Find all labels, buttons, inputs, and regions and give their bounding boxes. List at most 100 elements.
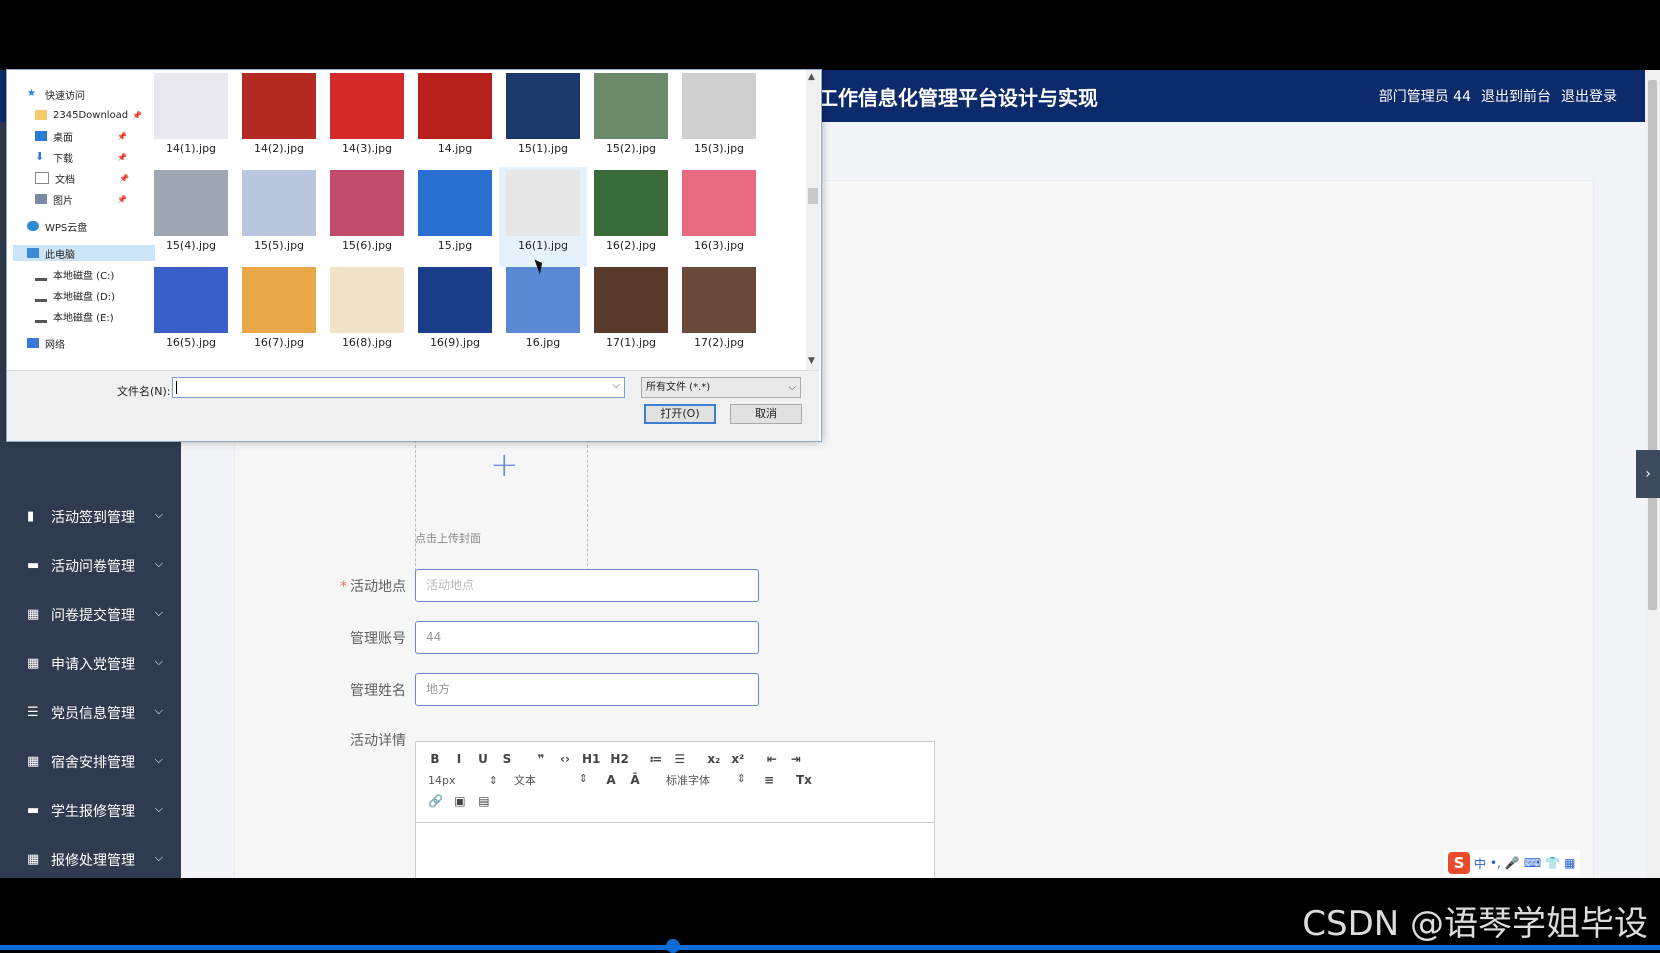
sidebar-item-label: 学生报修管理 — [51, 803, 135, 820]
underline-icon[interactable]: U — [476, 752, 490, 766]
text-type-select[interactable]: 文本 ⇕ — [514, 772, 588, 788]
filename-dropdown-icon[interactable]: ⌵ — [612, 380, 620, 391]
file-item[interactable]: 16(2).jpg — [587, 167, 675, 267]
cancel-button[interactable]: 取消 — [730, 404, 802, 424]
file-grid-scroll-thumb[interactable] — [808, 188, 818, 204]
nav-quick-access[interactable]: ★ 快速访问 — [27, 86, 85, 102]
nav-network[interactable]: 网络 — [27, 335, 65, 351]
toolbar-row-format: B I U S ❞ ‹› H1 H2 ≔ ☰ x₂ x² ⇤ ⇥ — [428, 749, 813, 769]
sidebar-item-2[interactable]: ▦ 问卷提交管理 ⌵ — [0, 590, 181, 639]
file-item[interactable]: 16(5).jpg — [147, 264, 235, 364]
file-item[interactable]: 17(1).jpg — [587, 264, 675, 364]
nav-item-2345download[interactable]: 2345Download 📌 — [35, 107, 142, 123]
align-icon[interactable]: ≡ — [762, 773, 776, 787]
nav-item-pictures[interactable]: 图片 📌 — [35, 191, 127, 207]
progress-handle[interactable] — [666, 939, 680, 953]
file-item[interactable]: 15(4).jpg — [147, 167, 235, 267]
file-item[interactable]: 14.jpg — [411, 70, 499, 170]
subscript-icon[interactable]: x₂ — [707, 752, 721, 766]
ime-skin-icon[interactable]: 👕 — [1545, 856, 1560, 870]
bullet-list-icon[interactable]: ☰ — [673, 752, 687, 766]
editor-toolbar: B I U S ❞ ‹› H1 H2 ≔ ☰ x₂ x² ⇤ ⇥ 14px ⇕ 文本 ⇕ A Ā 标准字体 ⇕ … — [416, 742, 934, 823]
ime-keyboard-icon[interactable]: ⌨ — [1524, 856, 1541, 870]
file-item[interactable]: 16(1).jpg — [499, 167, 587, 267]
logout-link[interactable]: 退出登录 — [1561, 86, 1617, 106]
quote-icon[interactable]: ❞ — [534, 752, 548, 766]
side-toggle-button[interactable]: › — [1636, 450, 1660, 498]
nav-item-documents[interactable]: 文档 📌 — [35, 170, 129, 186]
font-family-select[interactable]: 标准字体 ⇕ — [666, 772, 746, 788]
ime-punct[interactable]: •, — [1490, 856, 1501, 870]
account-input[interactable]: 44 — [415, 621, 759, 654]
nav-this-pc[interactable]: 此电脑 — [13, 245, 155, 261]
file-item[interactable]: 16(7).jpg — [235, 264, 323, 364]
video-icon[interactable]: ▤ — [477, 794, 491, 808]
file-item[interactable]: 15(2).jpg — [587, 70, 675, 170]
file-item[interactable]: 15(5).jpg — [235, 167, 323, 267]
file-item[interactable]: 15.jpg — [411, 167, 499, 267]
ime-menu-icon[interactable]: ▦ — [1564, 856, 1575, 870]
nav-item-downloads[interactable]: ⬇ 下载 📌 — [35, 149, 127, 165]
file-item[interactable]: 16(9).jpg — [411, 264, 499, 364]
nav-drive-d[interactable]: 本地磁盘 (D:) — [35, 287, 115, 303]
font-size-select[interactable]: 14px ⇕ — [428, 774, 498, 787]
text-caret — [176, 381, 177, 394]
file-thumbnail — [682, 170, 756, 236]
h1-icon[interactable]: H1 — [582, 752, 600, 766]
outdent-icon[interactable]: ⇤ — [765, 752, 779, 766]
file-item[interactable]: 16(8).jpg — [323, 264, 411, 364]
cover-upload-box[interactable]: + — [415, 440, 588, 586]
bg-color-icon[interactable]: Ā — [628, 773, 642, 787]
ordered-list-icon[interactable]: ≔ — [649, 752, 663, 766]
exit-to-front-link[interactable]: 退出到前台 — [1481, 86, 1551, 106]
ime-chinese-mode[interactable]: 中 — [1474, 855, 1486, 872]
scroll-up-icon[interactable]: ▲ — [808, 72, 815, 82]
clear-format-icon[interactable]: Tx — [796, 773, 812, 787]
open-button[interactable]: 打开(O) — [644, 404, 716, 424]
superscript-icon[interactable]: x² — [731, 752, 745, 766]
name-input[interactable]: 地方 — [415, 673, 759, 706]
sidebar-item-1[interactable]: ▬ 活动问卷管理 ⌵ — [0, 541, 181, 590]
indent-icon[interactable]: ⇥ — [789, 752, 803, 766]
nav-item-desktop[interactable]: 桌面 📌 — [35, 128, 127, 144]
file-item[interactable]: 14(2).jpg — [235, 70, 323, 170]
ime-mic-icon[interactable]: 🎤 — [1505, 856, 1520, 870]
sidebar-item-7[interactable]: ▦ 报修处理管理 ⌵ — [0, 835, 181, 878]
italic-icon[interactable]: I — [452, 752, 466, 766]
page-scroll-thumb[interactable] — [1648, 80, 1657, 610]
video-progress-bar[interactable] — [0, 945, 1660, 950]
file-thumbnail — [330, 170, 404, 236]
font-color-icon[interactable]: A — [604, 773, 618, 787]
nav-wps-cloud[interactable]: WPS云盘 — [27, 218, 87, 234]
sidebar-item-5[interactable]: ▦ 宿舍安排管理 ⌵ — [0, 737, 181, 786]
sidebar-item-4[interactable]: ☰ 党员信息管理 ⌵ — [0, 688, 181, 737]
file-thumbnail — [418, 73, 492, 139]
file-item[interactable]: 15(3).jpg — [675, 70, 763, 170]
strike-icon[interactable]: S — [500, 752, 514, 766]
file-item[interactable]: 15(1).jpg — [499, 70, 587, 170]
sidebar-item-0[interactable]: ▮ 活动签到管理 ⌵ — [0, 492, 181, 541]
sidebar-item-6[interactable]: ▬ 学生报修管理 ⌵ — [0, 786, 181, 835]
h2-icon[interactable]: H2 — [610, 752, 628, 766]
ime-toolbar[interactable]: S 中 •, 🎤 ⌨ 👕 ▦ — [1444, 850, 1580, 876]
image-icon[interactable]: ▣ — [453, 794, 467, 808]
filetype-select[interactable]: 所有文件 (*.*) ⌵ — [641, 377, 801, 398]
sidebar-item-3[interactable]: ▦ 申请入党管理 ⌵ — [0, 639, 181, 688]
file-item[interactable]: 14(1).jpg — [147, 70, 235, 170]
file-name: 16(1).jpg — [517, 239, 569, 252]
link-icon[interactable]: 🔗 — [428, 794, 443, 808]
file-grid-scrollbar[interactable]: ▲ ▼ — [806, 70, 820, 370]
scroll-down-icon[interactable]: ▼ — [808, 356, 815, 366]
filename-input[interactable]: ⌵ — [172, 377, 625, 398]
nav-drive-e[interactable]: 本地磁盘 (E:) — [35, 308, 114, 324]
code-icon[interactable]: ‹› — [558, 752, 572, 766]
file-item[interactable]: 17(2).jpg — [675, 264, 763, 364]
file-item[interactable]: 14(3).jpg — [323, 70, 411, 170]
nav-drive-c[interactable]: 本地磁盘 (C:) — [35, 266, 114, 282]
file-item[interactable]: 16(3).jpg — [675, 167, 763, 267]
bold-icon[interactable]: B — [428, 752, 442, 766]
location-input[interactable]: 活动地点 — [415, 569, 759, 602]
file-item[interactable]: 16.jpg — [499, 264, 587, 364]
file-item[interactable]: 15(6).jpg — [323, 167, 411, 267]
monitor-icon: ▬ — [27, 802, 40, 818]
